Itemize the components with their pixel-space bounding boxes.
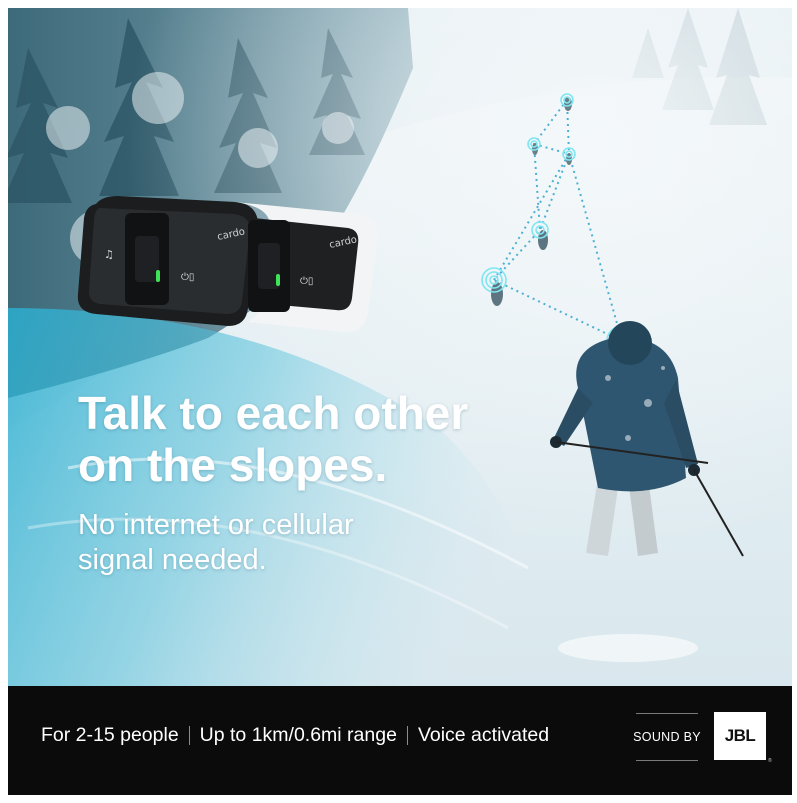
subheadline-line-1: No internet or cellular — [78, 509, 354, 541]
headline: Talk to each other on the slopes. — [78, 387, 469, 491]
headline-line-1: Talk to each other — [78, 387, 469, 439]
feature-range: Up to 1km/0.6mi range — [199, 724, 397, 746]
feature-voice: Voice activated — [417, 724, 550, 746]
feature-separator — [406, 726, 408, 745]
feature-list: For 2-15 people Up to 1km/0.6mi range Vo… — [41, 724, 549, 747]
feature-separator — [188, 726, 190, 745]
feature-bar: For 2-15 people Up to 1km/0.6mi range Vo… — [8, 686, 792, 795]
ski-scene: ♫ ⏻▯ cardo ⏻▯ cardo Talk to each other o… — [8, 8, 792, 686]
feature-people: For 2-15 people — [41, 724, 179, 746]
headline-line-2: on the slopes. — [78, 438, 388, 491]
scene-illustration: ♫ ⏻▯ cardo ⏻▯ cardo — [8, 8, 792, 686]
subheadline-line-2: signal needed. — [78, 544, 267, 577]
svg-text:⏻▯: ⏻▯ — [300, 276, 313, 287]
svg-text:♫: ♫ — [104, 248, 114, 261]
ad-banner: ♫ ⏻▯ cardo ⏻▯ cardo Talk to each other o… — [8, 8, 792, 795]
sound-by-label: SOUND BY — [633, 713, 701, 761]
intercom-device-black: ♫ ⏻▯ cardo — [77, 196, 259, 326]
subheadline: No internet or cellular signal needed. — [78, 508, 354, 579]
svg-text:⏻▯: ⏻▯ — [181, 272, 194, 283]
jbl-logo: JBL — [714, 712, 766, 760]
registered-mark: ® — [768, 758, 772, 764]
